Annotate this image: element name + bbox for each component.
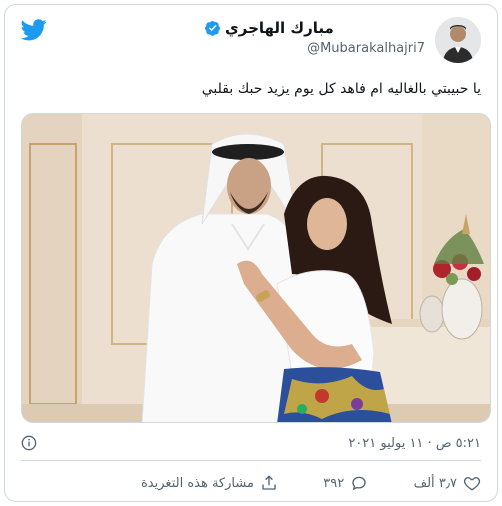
- reply-icon: [352, 476, 366, 491]
- author-display-name[interactable]: مبارك الهاجري: [225, 19, 334, 37]
- tweet-author[interactable]: مبارك الهاجري @Mubarakalhajri7: [191, 17, 481, 65]
- share-button[interactable]: مشاركة هذه التغريدة: [141, 474, 278, 492]
- tweet-card[interactable]: مبارك الهاجري @Mubarakalhajri7 يا حبيبتي…: [4, 4, 498, 502]
- like-count: ٣٫٧ ألف: [413, 475, 457, 491]
- info-icon[interactable]: [21, 435, 37, 451]
- photo-couple-icon: [22, 114, 490, 422]
- author-names: مبارك الهاجري @Mubarakalhajri7: [205, 19, 425, 56]
- tweet-text: يا حبيبتي بالغاليه ام فاهد كل يوم يزيد ح…: [201, 81, 481, 97]
- divider: [21, 460, 481, 461]
- reply-button[interactable]: ٣٩٢: [323, 474, 368, 492]
- author-avatar[interactable]: [435, 17, 481, 63]
- tweet-meta-row: ٥:٢١ ص · ١١ يوليو ٢٠٢١: [21, 433, 481, 453]
- reply-count: ٣٩٢: [323, 475, 345, 491]
- tweet-timestamp[interactable]: ٥:٢١ ص · ١١ يوليو ٢٠٢١: [348, 436, 481, 451]
- share-label: مشاركة هذه التغريدة: [141, 475, 254, 491]
- tweet-actions: ٣٫٧ ألف ٣٩٢ مشاركة هذه التغريدة: [141, 471, 481, 495]
- share-icon: [262, 475, 276, 490]
- like-button[interactable]: ٣٫٧ ألف: [414, 474, 481, 492]
- heart-icon: [463, 477, 481, 491]
- profile-photo-icon: [435, 17, 481, 63]
- twitter-bird-icon[interactable]: [21, 19, 47, 41]
- author-handle[interactable]: @Mubarakalhajri7: [205, 41, 425, 56]
- verified-badge-icon: [205, 21, 220, 36]
- tweet-media[interactable]: [21, 113, 491, 423]
